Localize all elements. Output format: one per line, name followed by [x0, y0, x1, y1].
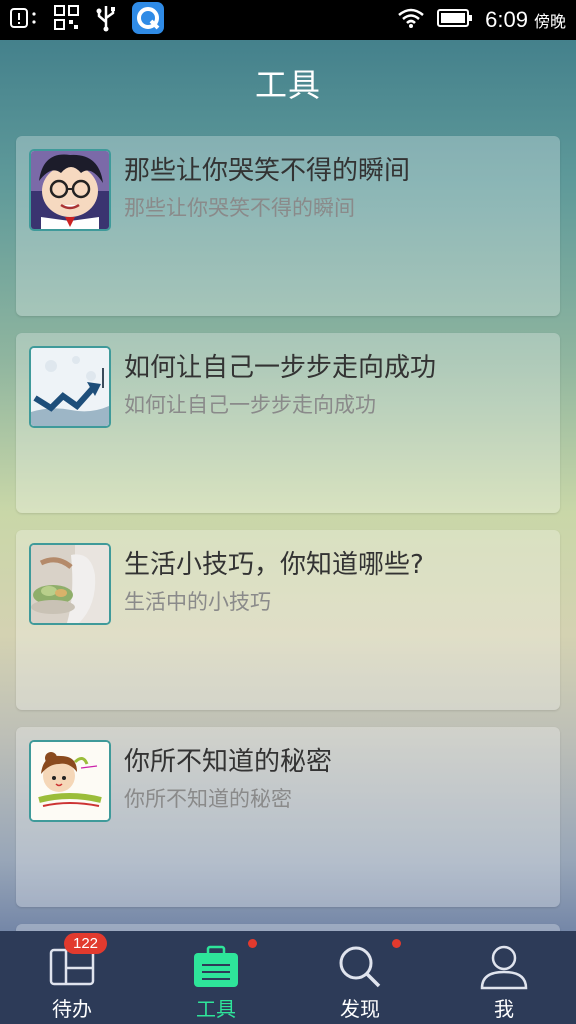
card-thumbnail-cooking-photo — [29, 543, 111, 625]
card-thumbnail-secret-cartoon — [29, 740, 111, 822]
person-icon — [474, 943, 534, 991]
tab-me[interactable]: 我 — [432, 931, 576, 1024]
tab-discover[interactable]: 发现 — [288, 931, 432, 1024]
card-item[interactable]: 生活小技巧，你知道哪些? 生活中的小技巧 — [16, 530, 560, 710]
tab-todo[interactable]: 122 待办 — [0, 931, 144, 1024]
card-title: 生活小技巧，你知道哪些? — [124, 550, 424, 580]
qr-code-icon — [54, 5, 80, 35]
new-indicator-dot — [248, 939, 257, 948]
search-icon — [330, 943, 390, 991]
tab-label: 我 — [494, 997, 514, 1021]
card-subtitle: 那些让你哭笑不得的瞬间 — [124, 196, 355, 220]
briefcase-icon — [186, 943, 246, 991]
todo-count-badge: 122 — [64, 933, 108, 954]
card-item[interactable]: 你所不知道的秘密 你所不知道的秘密 — [16, 727, 560, 907]
battery-icon — [437, 8, 473, 32]
header: 工具 — [0, 40, 576, 126]
wifi-icon — [397, 7, 425, 33]
card-thumbnail-cartoon-avatar — [29, 149, 111, 231]
notification-icon — [10, 7, 40, 33]
new-indicator-dot — [392, 939, 401, 948]
card-subtitle: 生活中的小技巧 — [124, 590, 271, 614]
card-subtitle: 如何让自己一步步走向成功 — [124, 393, 376, 417]
card-title: 那些让你哭笑不得的瞬间 — [124, 156, 411, 186]
bottom-tab-bar: 122 待办 工具 发现 我 — [0, 931, 576, 1024]
card-item[interactable]: 那些让你哭笑不得的瞬间 那些让你哭笑不得的瞬间 — [16, 136, 560, 316]
card-list: 那些让你哭笑不得的瞬间 那些让你哭笑不得的瞬间 如何让自己一步步走向成功 如何让… — [16, 136, 560, 936]
status-bar: 6:09 傍晚 — [0, 0, 576, 40]
tab-tools[interactable]: 工具 — [144, 931, 288, 1024]
browser-app-icon — [132, 2, 164, 38]
tab-label: 发现 — [340, 997, 380, 1021]
clock-time: 6:09 — [485, 7, 528, 32]
tab-label: 待办 — [52, 997, 92, 1021]
usb-icon — [94, 4, 118, 36]
card-title: 如何让自己一步步走向成功 — [124, 353, 437, 383]
page-title: 工具 — [254, 66, 321, 104]
card-title: 你所不知道的秘密 — [124, 747, 333, 777]
card-item[interactable]: 如何让自己一步步走向成功 如何让自己一步步走向成功 — [16, 333, 560, 513]
clock-period: 傍晚 — [533, 12, 566, 31]
tab-label: 工具 — [196, 997, 236, 1021]
card-thumbnail-growth-arrow — [29, 346, 111, 428]
card-subtitle: 你所不知道的秘密 — [124, 787, 292, 811]
